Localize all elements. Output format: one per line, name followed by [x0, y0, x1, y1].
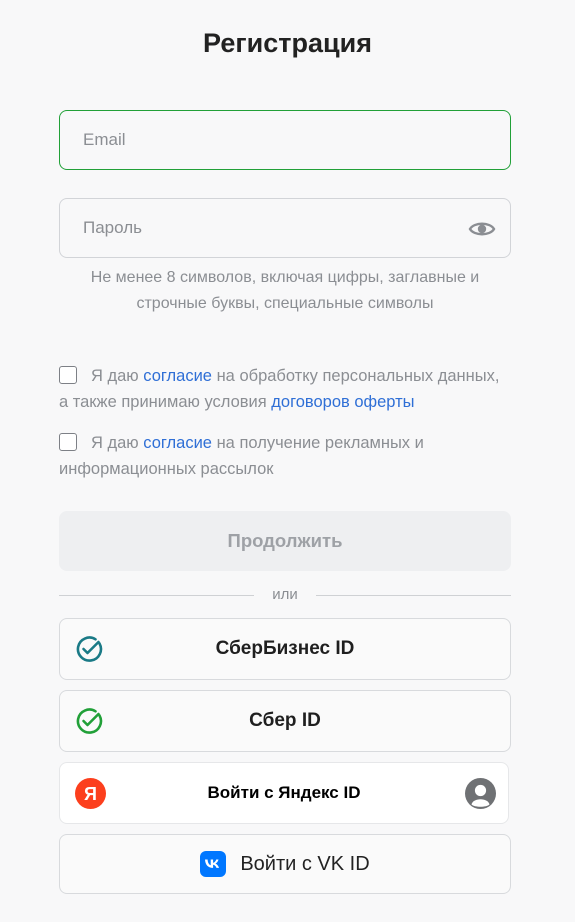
yandex-id-button[interactable]: Я Войти с Яндекс ID	[59, 762, 509, 824]
sber-id-button[interactable]: Сбер ID	[59, 690, 511, 752]
continue-button[interactable]: Продолжить	[59, 511, 511, 571]
offer-agreement-link[interactable]: договоров оферты	[271, 393, 414, 411]
eye-icon[interactable]	[468, 215, 496, 243]
consent-personal-data-checkbox[interactable]	[59, 366, 77, 384]
password-input[interactable]	[60, 199, 510, 257]
consent-marketing-checkbox[interactable]	[59, 433, 77, 451]
vk-id-label-row: Войти с VK ID	[60, 835, 510, 893]
page-title: Регистрация	[203, 28, 372, 58]
avatar	[465, 778, 496, 809]
consent-link[interactable]: согласие	[143, 367, 212, 385]
consent-marketing: Я даю согласие на получение рекламных и …	[59, 430, 511, 482]
consent-personal-data: Я даю согласие на обработку персональных…	[59, 363, 511, 415]
email-input[interactable]	[60, 111, 510, 169]
sber-business-id-button[interactable]: СберБизнес ID	[59, 618, 511, 680]
sber-business-id-label: СберБизнес ID	[215, 638, 355, 659]
password-hint: Не менее 8 символов, включая цифры, загл…	[90, 269, 480, 312]
consent-text-before: Я даю	[91, 434, 144, 452]
vk-id-label: Войти с VK ID	[240, 852, 370, 875]
consent-text-before: Я даю	[91, 367, 144, 385]
email-field-wrapper[interactable]	[59, 110, 511, 170]
divider-line-right	[316, 595, 511, 596]
password-field-wrapper[interactable]	[59, 198, 511, 258]
or-divider: или	[59, 584, 511, 606]
consent-link[interactable]: согласие	[143, 434, 212, 452]
vk-icon	[200, 851, 227, 877]
vk-id-button[interactable]: Войти с VK ID	[59, 834, 511, 894]
sber-id-label: Сбер ID	[249, 710, 321, 731]
yandex-id-label: Войти с Яндекс ID	[207, 783, 361, 802]
